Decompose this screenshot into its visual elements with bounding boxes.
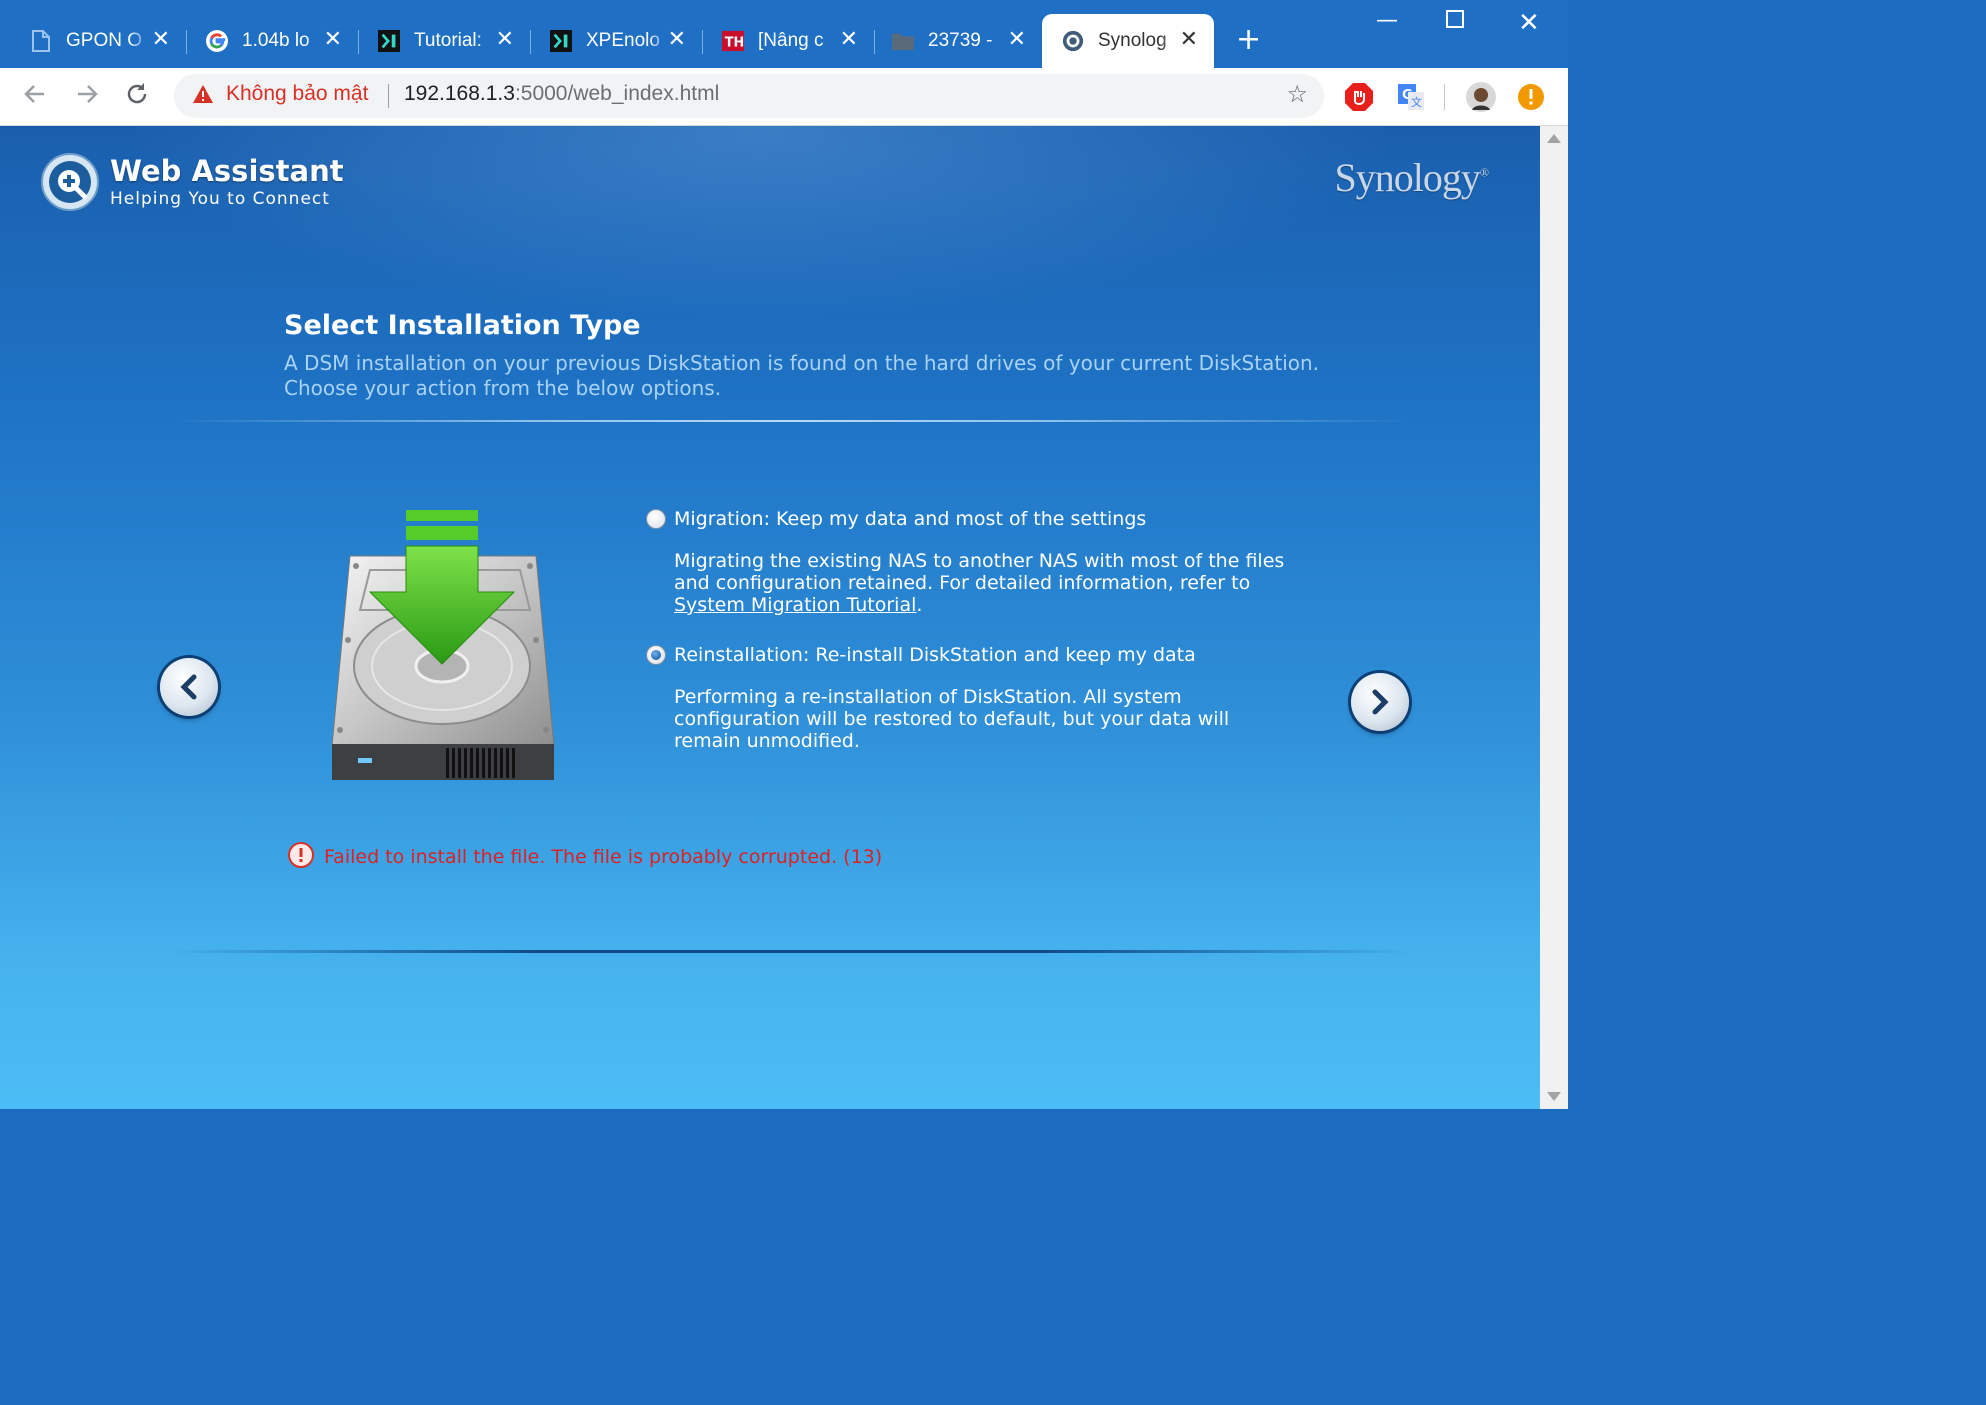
- xpenology-icon: [550, 30, 572, 52]
- warning-icon: [192, 84, 214, 108]
- maximize-button[interactable]: [1446, 10, 1466, 36]
- synology-icon: [1062, 30, 1084, 52]
- minimize-button[interactable]: —: [1376, 8, 1398, 33]
- close-window-button[interactable]: ✕: [1518, 8, 1540, 38]
- url-text[interactable]: 192.168.1.3:5000/web_index.html: [404, 82, 719, 106]
- divider: [170, 950, 1410, 953]
- tab-forum[interactable]: TH [Nâng c ✕: [702, 14, 875, 68]
- tab-strip: GPON O ✕ 1.04b lo ✕ Tutorial: ✕ XPEnolo …: [0, 0, 1568, 68]
- tab-title: Synolog: [1098, 30, 1167, 51]
- security-status[interactable]: Không bảo mật: [226, 82, 368, 106]
- close-icon[interactable]: ✕: [496, 28, 514, 52]
- document-icon: [30, 30, 52, 52]
- web-assistant-page: Web Assistant Helping You to Connect Syn…: [0, 126, 1540, 1109]
- tab-gpon[interactable]: GPON O ✕: [0, 14, 187, 68]
- update-alert-icon[interactable]: [1516, 82, 1546, 112]
- error-icon: [288, 842, 314, 872]
- app-title: Web Assistant: [110, 154, 344, 188]
- scroll-down-icon[interactable]: [1547, 1092, 1561, 1101]
- browser-toolbar: Không bảo mật 192.168.1.3:5000/web_index…: [0, 68, 1568, 126]
- migration-label: Migration: Keep my data and most of the …: [674, 508, 1147, 530]
- bookmark-star-icon[interactable]: ☆: [1286, 80, 1308, 108]
- hard-drive-download-icon: [330, 506, 560, 786]
- tab-title: [Nâng c: [758, 30, 824, 51]
- close-icon[interactable]: ✕: [152, 28, 170, 52]
- tab-xpenology[interactable]: XPEnolo ✕: [530, 14, 703, 68]
- close-icon[interactable]: ✕: [324, 28, 342, 52]
- close-icon[interactable]: ✕: [1180, 28, 1198, 52]
- reinstallation-description: Performing a re-installation of DiskStat…: [674, 686, 1230, 752]
- adblock-icon[interactable]: [1344, 82, 1374, 112]
- divider: [170, 420, 1410, 422]
- page-scrollbar[interactable]: [1540, 126, 1568, 1109]
- synology-logo: Synology®: [1334, 155, 1490, 200]
- tab-title: 23739 -: [928, 30, 993, 51]
- folder-icon: [892, 30, 914, 52]
- tab-title: Tutorial:: [414, 30, 482, 51]
- back-button[interactable]: [22, 81, 48, 114]
- page-title: Select Installation Type: [284, 310, 641, 341]
- xpenology-icon: [378, 30, 400, 52]
- system-migration-tutorial-link[interactable]: System Migration Tutorial: [674, 594, 916, 616]
- reload-button[interactable]: [124, 81, 150, 114]
- web-assistant-logo-icon: [40, 152, 100, 212]
- migration-radio[interactable]: [646, 509, 666, 529]
- close-icon[interactable]: ✕: [668, 28, 686, 52]
- forum-icon: TH: [722, 30, 744, 52]
- google-icon: [206, 30, 228, 52]
- close-icon[interactable]: ✕: [1008, 28, 1026, 52]
- avatar[interactable]: [1466, 82, 1496, 112]
- tab-title: 1.04b lo: [242, 30, 310, 51]
- chevron-right-icon: [1372, 689, 1389, 715]
- svg-text:TH: TH: [725, 36, 744, 51]
- tab-google[interactable]: 1.04b lo ✕: [186, 14, 359, 68]
- forward-button[interactable]: [74, 81, 100, 114]
- tab-folder[interactable]: 23739 - ✕: [874, 14, 1042, 68]
- chevron-left-icon: [180, 674, 197, 700]
- svg-text:文: 文: [1411, 95, 1422, 109]
- migration-description: Migrating the existing NAS to another NA…: [674, 550, 1285, 616]
- next-button[interactable]: [1351, 673, 1409, 731]
- new-tab-button[interactable]: +: [1236, 24, 1261, 56]
- close-icon[interactable]: ✕: [840, 28, 858, 52]
- tab-tutorial[interactable]: Tutorial: ✕: [358, 14, 531, 68]
- previous-button[interactable]: [160, 658, 218, 716]
- app-subtitle: Helping You to Connect: [110, 189, 330, 209]
- tab-title: XPEnolo: [586, 30, 660, 51]
- scroll-up-icon[interactable]: [1547, 134, 1561, 143]
- address-bar[interactable]: Không bảo mật 192.168.1.3:5000/web_index…: [174, 74, 1324, 118]
- reinstallation-radio[interactable]: [646, 645, 666, 665]
- reinstallation-label: Reinstallation: Re-install DiskStation a…: [674, 644, 1196, 666]
- tab-synology[interactable]: Synolog ✕: [1042, 14, 1214, 68]
- error-message: Failed to install the file. The file is …: [288, 842, 882, 872]
- error-text: Failed to install the file. The file is …: [324, 846, 883, 868]
- translate-icon[interactable]: G文: [1396, 82, 1426, 112]
- page-description: A DSM installation on your previous Disk…: [284, 351, 1320, 400]
- tab-title: GPON O: [66, 30, 143, 51]
